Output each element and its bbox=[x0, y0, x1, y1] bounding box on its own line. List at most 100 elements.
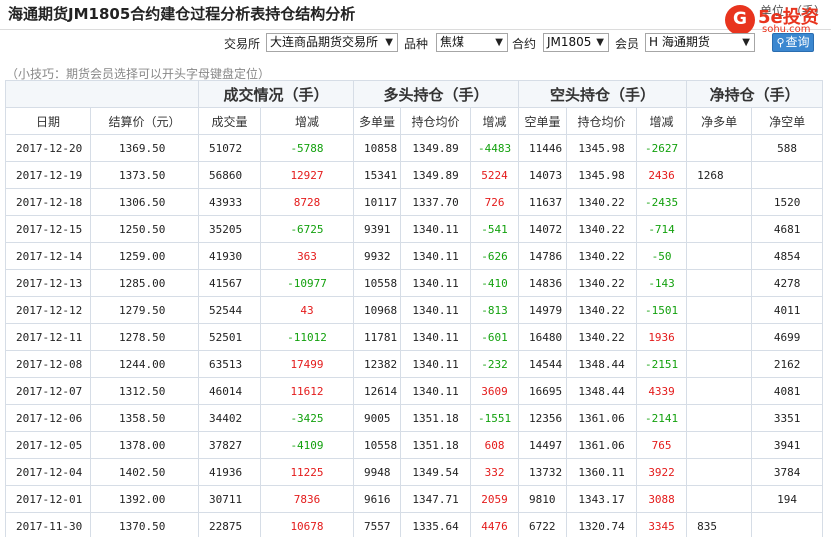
cell-volume-change: -10977 bbox=[259, 269, 355, 297]
cell-short-qty: 11637 bbox=[518, 188, 568, 216]
cell-short-qty: 11446 bbox=[518, 134, 568, 162]
cell-settle-price: 1312.50 bbox=[90, 377, 199, 405]
cell-short-avg-price: 1320.74 bbox=[566, 512, 638, 537]
cell-long-change: 2059 bbox=[470, 485, 520, 513]
cell-long-change: 3609 bbox=[470, 377, 520, 405]
search-icon: ⚲ bbox=[776, 36, 785, 49]
table-row: 2017-12-06 1358.50 34402 -3425 9005 1351.18 -1… bbox=[5, 404, 824, 432]
cell-date: 2017-12-18 bbox=[5, 188, 91, 216]
cell-long-qty: 10117 bbox=[353, 188, 402, 216]
cell-short-change: 765 bbox=[636, 431, 688, 459]
cell-net-short bbox=[751, 512, 824, 537]
cell-long-avg-price: 1335.64 bbox=[400, 512, 472, 537]
cell-long-avg-price: 1351.18 bbox=[400, 431, 472, 459]
cell-short-qty: 16480 bbox=[518, 323, 568, 351]
cell-short-change: -2151 bbox=[636, 350, 688, 378]
cell-volume: 43933 bbox=[198, 188, 261, 216]
cell-net-long bbox=[686, 242, 753, 270]
cell-long-qty: 9391 bbox=[353, 215, 402, 243]
cell-settle-price: 1402.50 bbox=[90, 458, 199, 486]
cell-net-short: 588 bbox=[751, 134, 824, 162]
cell-date: 2017-12-19 bbox=[5, 161, 91, 189]
cell-short-change: -2141 bbox=[636, 404, 688, 432]
cell-net-long bbox=[686, 404, 753, 432]
cell-volume: 56860 bbox=[198, 161, 261, 189]
cell-date: 2017-12-20 bbox=[5, 134, 91, 162]
table-row: 2017-12-05 1378.00 37827 -4109 10558 1351.18 6… bbox=[5, 431, 824, 459]
cell-short-qty: 6722 bbox=[518, 512, 568, 537]
variety-select[interactable]: 焦煤 ▼ bbox=[436, 33, 508, 52]
cell-long-avg-price: 1340.11 bbox=[400, 296, 472, 324]
cell-short-qty: 13732 bbox=[518, 458, 568, 486]
col-header-settle-price: 结算价（元） bbox=[90, 107, 199, 135]
group-header-net: 净持仓（手） bbox=[686, 80, 824, 108]
cell-settle-price: 1244.00 bbox=[90, 350, 199, 378]
col-header-volume: 成交量 bbox=[198, 107, 261, 135]
cell-long-change: -410 bbox=[470, 269, 520, 297]
cell-settle-price: 1306.50 bbox=[90, 188, 199, 216]
cell-short-change: -2627 bbox=[636, 134, 688, 162]
cell-short-qty: 9810 bbox=[518, 485, 568, 513]
cell-net-short: 3941 bbox=[751, 431, 824, 459]
cell-date: 2017-12-11 bbox=[5, 323, 91, 351]
cell-volume-change: -4109 bbox=[259, 431, 355, 459]
cell-short-qty: 16695 bbox=[518, 377, 568, 405]
cell-short-avg-price: 1348.44 bbox=[566, 377, 638, 405]
query-button[interactable]: ⚲查询 bbox=[772, 33, 814, 52]
cell-net-long bbox=[686, 188, 753, 216]
cell-date: 2017-12-06 bbox=[5, 404, 91, 432]
cell-volume-change: 10678 bbox=[259, 512, 355, 537]
cell-date: 2017-11-30 bbox=[5, 512, 91, 537]
table-row: 2017-12-15 1250.50 35205 -6725 9391 1340.11 -5… bbox=[5, 215, 824, 243]
variety-label: 品种 bbox=[404, 37, 429, 51]
cell-net-short: 3784 bbox=[751, 458, 824, 486]
cell-volume-change: -6725 bbox=[259, 215, 355, 243]
cell-net-long: 835 bbox=[686, 512, 753, 537]
cell-long-avg-price: 1337.70 bbox=[400, 188, 472, 216]
cell-volume: 41930 bbox=[198, 242, 261, 270]
cell-long-qty: 11781 bbox=[353, 323, 402, 351]
cell-net-short: 4081 bbox=[751, 377, 824, 405]
col-header-short-avg-price: 持仓均价 bbox=[566, 107, 638, 135]
table-row: 2017-12-07 1312.50 46014 11612 12614 1340.11 3… bbox=[5, 377, 824, 405]
cell-volume: 51072 bbox=[198, 134, 261, 162]
cell-short-avg-price: 1343.17 bbox=[566, 485, 638, 513]
cell-date: 2017-12-07 bbox=[5, 377, 91, 405]
logo-mark-icon: G bbox=[725, 5, 755, 35]
cell-volume: 63513 bbox=[198, 350, 261, 378]
table-row: 2017-12-11 1278.50 52501 -11012 11781 1340.11… bbox=[5, 323, 824, 351]
cell-long-change: -601 bbox=[470, 323, 520, 351]
cell-net-long bbox=[686, 296, 753, 324]
contract-select[interactable]: JM1805 ▼ bbox=[543, 33, 609, 52]
exchange-label: 交易所 bbox=[224, 37, 261, 51]
cell-long-avg-price: 1347.71 bbox=[400, 485, 472, 513]
member-select[interactable]: H 海通期货 ▼ bbox=[645, 33, 755, 52]
chevron-down-icon: ▼ bbox=[495, 37, 503, 48]
col-header-date: 日期 bbox=[5, 107, 91, 135]
contract-label: 合约 bbox=[512, 37, 537, 51]
cell-short-change: -714 bbox=[636, 215, 688, 243]
cell-settle-price: 1250.50 bbox=[90, 215, 199, 243]
cell-long-avg-price: 1340.11 bbox=[400, 215, 472, 243]
cell-settle-price: 1369.50 bbox=[90, 134, 199, 162]
cell-short-qty: 12356 bbox=[518, 404, 568, 432]
col-header-short-change: 增减 bbox=[636, 107, 688, 135]
col-header-short-qty: 空单量 bbox=[518, 107, 568, 135]
cell-date: 2017-12-05 bbox=[5, 431, 91, 459]
group-header-empty bbox=[5, 80, 199, 108]
cell-date: 2017-12-15 bbox=[5, 215, 91, 243]
cell-short-avg-price: 1345.98 bbox=[566, 134, 638, 162]
chevron-down-icon: ▼ bbox=[385, 37, 393, 48]
cell-net-short: 194 bbox=[751, 485, 824, 513]
cell-long-qty: 10858 bbox=[353, 134, 402, 162]
cell-date: 2017-12-12 bbox=[5, 296, 91, 324]
cell-volume: 30711 bbox=[198, 485, 261, 513]
cell-long-qty: 10558 bbox=[353, 269, 402, 297]
exchange-select[interactable]: 大连商品期货交易所 ▼ bbox=[266, 33, 398, 52]
cell-net-long bbox=[686, 350, 753, 378]
cell-net-long bbox=[686, 134, 753, 162]
cell-short-avg-price: 1361.06 bbox=[566, 404, 638, 432]
cell-net-short: 3351 bbox=[751, 404, 824, 432]
group-header-long: 多头持仓（手） bbox=[353, 80, 520, 108]
cell-long-avg-price: 1340.11 bbox=[400, 377, 472, 405]
